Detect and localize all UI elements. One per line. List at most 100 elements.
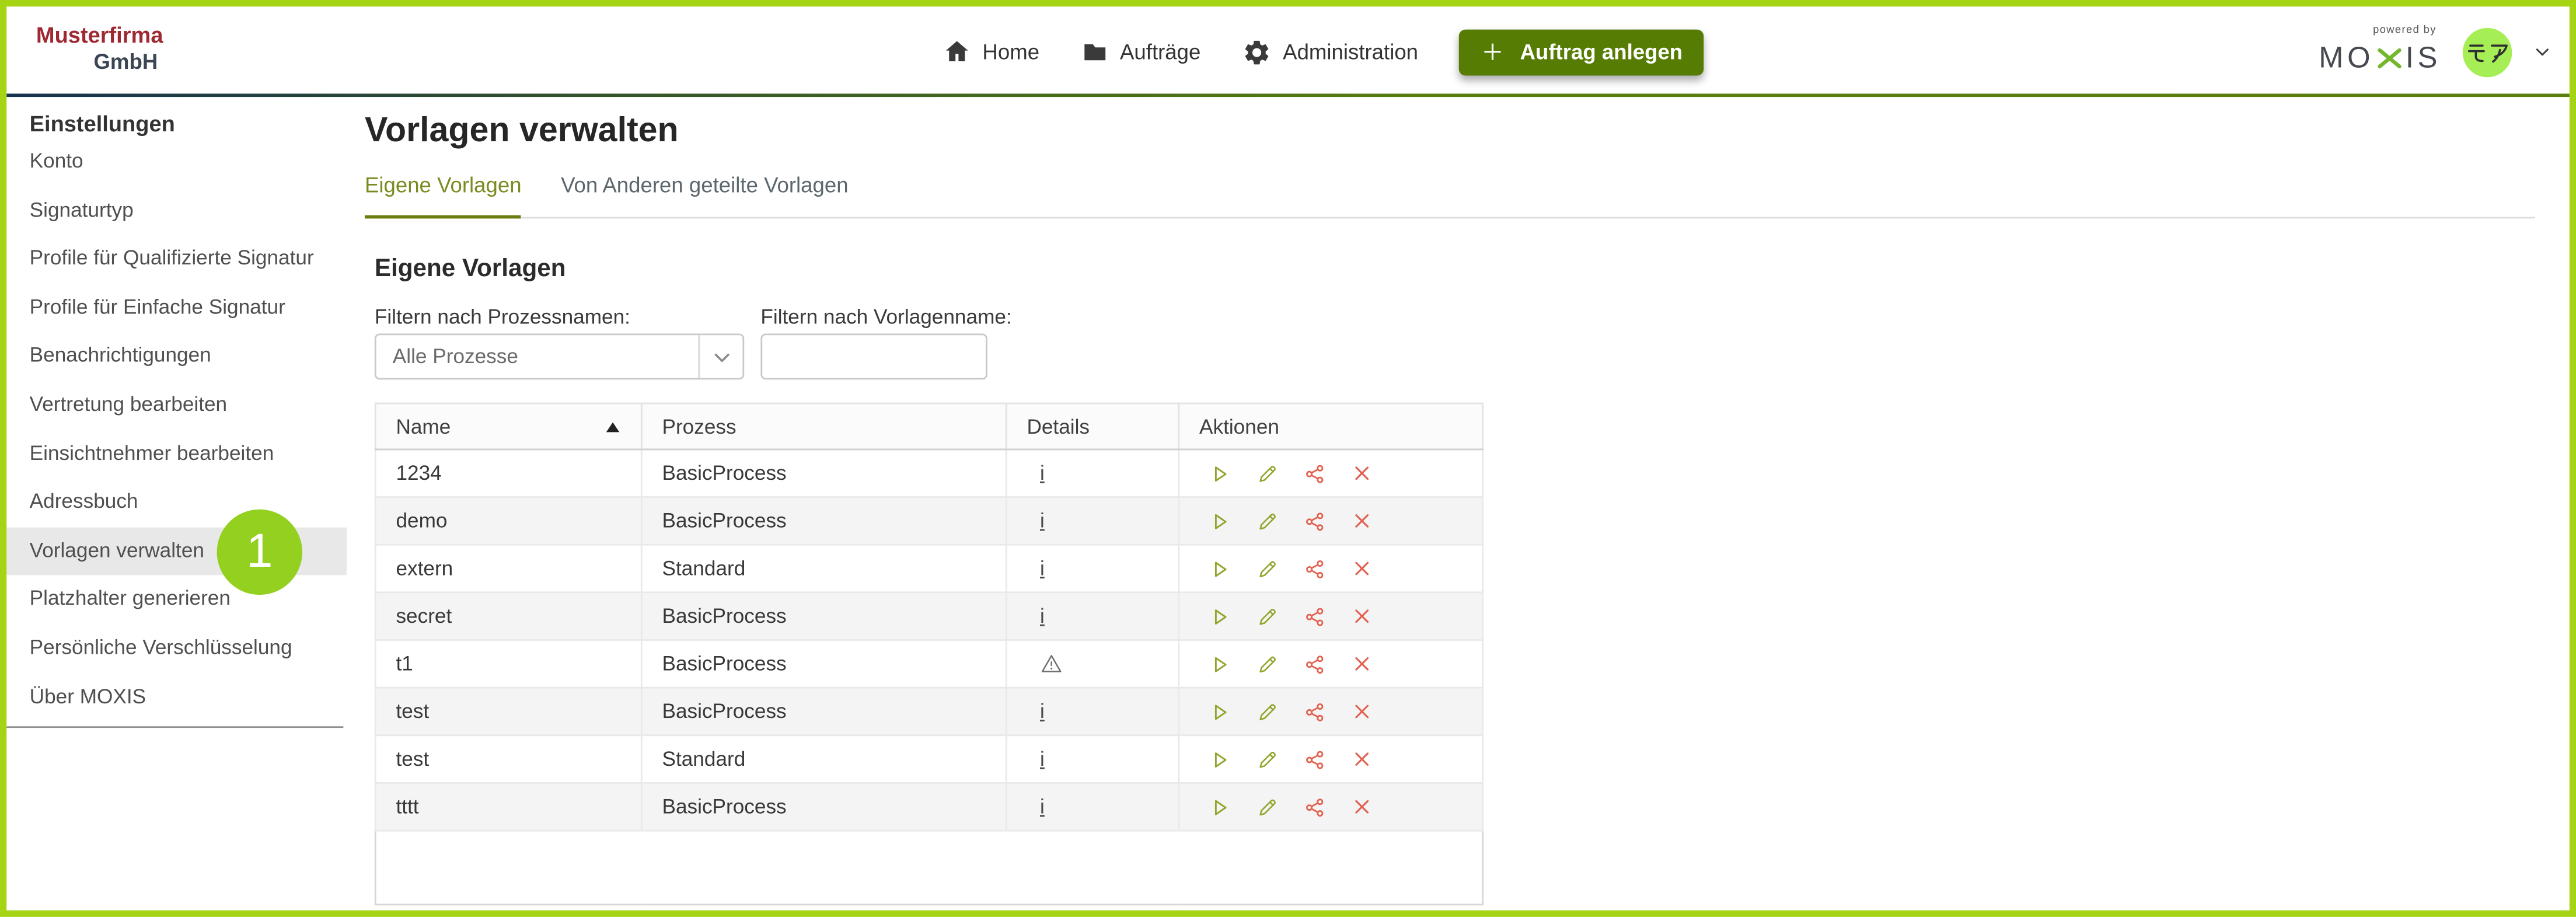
folder-icon (1080, 38, 1108, 66)
share-icon[interactable] (1304, 510, 1326, 532)
edit-icon[interactable] (1257, 796, 1279, 818)
run-icon[interactable] (1209, 653, 1231, 675)
run-icon[interactable] (1209, 462, 1231, 484)
share-icon[interactable] (1304, 701, 1326, 723)
create-order-label: Auftrag anlegen (1520, 40, 1683, 64)
run-icon[interactable] (1209, 748, 1231, 770)
cell-process: Standard (641, 545, 1006, 592)
share-icon[interactable] (1304, 462, 1326, 484)
info-icon[interactable]: i (1040, 700, 1045, 723)
nav-item-administration[interactable]: Administration (1242, 37, 1418, 67)
sidebar-item[interactable]: Konto (6, 138, 347, 186)
delete-icon[interactable] (1352, 463, 1372, 483)
sidebar-item[interactable]: Über MOXIS (6, 673, 347, 721)
sidebar-item[interactable]: Einsichtnehmer bearbeiten (6, 430, 347, 478)
cell-name: demo (375, 497, 641, 545)
avatar-initials (2465, 38, 2509, 66)
column-header-name[interactable]: Name (375, 403, 641, 449)
cell-details: i (1006, 783, 1179, 831)
delete-icon[interactable] (1352, 702, 1372, 721)
delete-icon[interactable] (1352, 749, 1372, 769)
templates-table: Name Prozess Details Aktionen 1234 BasicP… (375, 403, 1484, 905)
table-row: demoBasicProcessi (375, 497, 1482, 545)
table-footer-cell (375, 831, 1482, 905)
table-footer-row (375, 831, 1482, 905)
share-icon[interactable] (1304, 558, 1326, 580)
name-filter-label: Filtern nach Vorlagenname: (760, 306, 1011, 329)
tab-eigene-vorlagen[interactable]: Eigene Vorlagen (365, 173, 522, 219)
edit-icon[interactable] (1257, 748, 1279, 770)
page-title: Vorlagen verwalten (365, 111, 679, 151)
section-title: Eigene Vorlagen (375, 254, 566, 283)
user-menu-chevron-icon[interactable] (2533, 43, 2551, 61)
run-icon[interactable] (1209, 558, 1231, 580)
cell-details: i (1006, 449, 1179, 497)
column-header-aktionen[interactable]: Aktionen (1179, 403, 1483, 449)
share-icon[interactable] (1304, 748, 1326, 770)
delete-icon[interactable] (1352, 606, 1372, 626)
sidebar-list: KontoSignaturtypProfile für Qualifiziert… (6, 138, 347, 721)
sidebar-item[interactable]: Profile für Qualifizierte Signatur (6, 235, 347, 284)
nav-item-home[interactable]: Home (943, 38, 1039, 66)
cell-name: extern (375, 545, 641, 592)
cell-details (1006, 640, 1179, 688)
cell-name: secret (375, 592, 641, 640)
warning-icon (1040, 653, 1178, 675)
sidebar-item[interactable]: Benachrichtigungen (6, 333, 347, 381)
cell-details: i (1006, 497, 1179, 545)
cell-process: BasicProcess (641, 640, 1006, 688)
column-header-prozess[interactable]: Prozess (641, 403, 1006, 449)
create-order-button[interactable]: Auftrag anlegen (1459, 29, 1704, 75)
info-icon[interactable]: i (1040, 462, 1045, 484)
edit-icon[interactable] (1257, 701, 1279, 723)
cell-details: i (1006, 592, 1179, 640)
delete-icon[interactable] (1352, 797, 1372, 817)
run-icon[interactable] (1209, 510, 1231, 532)
share-icon[interactable] (1304, 653, 1326, 675)
sidebar-item[interactable]: Profile für Einfache Signatur (6, 284, 347, 332)
sidebar-item[interactable]: Vertretung bearbeiten (6, 381, 347, 430)
cell-actions (1179, 592, 1483, 640)
run-icon[interactable] (1209, 796, 1231, 818)
column-header-details[interactable]: Details (1006, 403, 1179, 449)
cell-name: tttt (375, 783, 641, 831)
tab-geteilte-vorlagen[interactable]: Von Anderen geteilte Vorlagen (561, 173, 848, 219)
process-filter-select[interactable]: Alle Prozesse (375, 333, 744, 379)
info-icon[interactable]: i (1040, 510, 1045, 532)
moxis-x-icon (2376, 44, 2404, 72)
settings-sidebar: Einstellungen KontoSignaturtypProfile fü… (6, 97, 347, 910)
cell-actions (1179, 688, 1483, 735)
sidebar-item[interactable]: Adressbuch (6, 479, 347, 527)
nav-item-auftraege[interactable]: Aufträge (1080, 38, 1200, 66)
cell-process: BasicProcess (641, 688, 1006, 735)
info-icon[interactable]: i (1040, 605, 1045, 627)
edit-icon[interactable] (1257, 462, 1279, 484)
delete-icon[interactable] (1352, 654, 1372, 674)
run-icon[interactable] (1209, 701, 1231, 723)
moxis-wordmark-left: MO (2319, 40, 2374, 75)
run-icon[interactable] (1209, 605, 1231, 627)
table-row: secretBasicProcessi (375, 592, 1482, 640)
share-icon[interactable] (1304, 796, 1326, 818)
templates-table-wrap: Name Prozess Details Aktionen 1234 BasicP… (375, 403, 1484, 905)
info-icon[interactable]: i (1040, 796, 1045, 818)
edit-icon[interactable] (1257, 558, 1279, 580)
cell-name: 1234 (375, 449, 641, 497)
sidebar-divider (6, 727, 343, 728)
user-avatar[interactable] (2463, 27, 2512, 76)
share-icon[interactable] (1304, 605, 1326, 627)
info-icon[interactable]: i (1040, 748, 1045, 770)
sort-asc-icon (606, 421, 620, 431)
sidebar-item[interactable]: Platzhalter generieren (6, 576, 347, 624)
name-filter-input[interactable] (760, 333, 987, 379)
plus-icon (1481, 40, 1505, 64)
delete-icon[interactable] (1352, 559, 1372, 578)
table-row: testStandardi (375, 735, 1482, 783)
edit-icon[interactable] (1257, 510, 1279, 532)
delete-icon[interactable] (1352, 511, 1372, 531)
edit-icon[interactable] (1257, 605, 1279, 627)
info-icon[interactable]: i (1040, 557, 1045, 580)
edit-icon[interactable] (1257, 653, 1279, 675)
sidebar-item[interactable]: Persönliche Verschlüsselung (6, 625, 347, 673)
sidebar-item[interactable]: Signaturtyp (6, 187, 347, 235)
